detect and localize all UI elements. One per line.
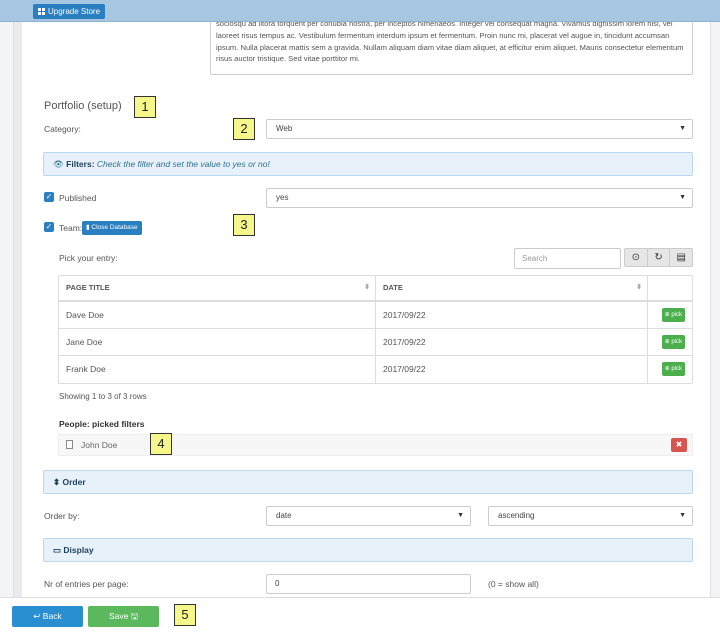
document-icon bbox=[66, 440, 73, 449]
sort-icon: ⬍ bbox=[636, 284, 642, 291]
entries-per-page-hint: (0 = show all) bbox=[488, 579, 539, 589]
grid-icon bbox=[38, 8, 45, 15]
columns-icon[interactable]: ▤ bbox=[670, 249, 692, 266]
intro-textarea[interactable]: sociosqu ad litora torquent per conubia … bbox=[210, 22, 693, 75]
row-title: Frank Doe bbox=[59, 356, 376, 383]
team-checkbox[interactable]: ✓ bbox=[44, 222, 54, 232]
table-header: PAGE TITLE ⬍ DATE ⬍ bbox=[59, 276, 692, 302]
badge-1: 1 bbox=[134, 96, 156, 118]
column-page-title[interactable]: PAGE TITLE ⬍ bbox=[59, 276, 376, 300]
eye-icon: 👁 bbox=[53, 159, 64, 169]
sort-icon: ⬍ bbox=[364, 284, 370, 291]
left-gutter bbox=[0, 22, 14, 597]
save-label: Save bbox=[109, 611, 129, 621]
team-label: Team: bbox=[59, 223, 83, 233]
back-button[interactable]: ↩ Back bbox=[12, 606, 83, 627]
published-label: Published bbox=[59, 193, 97, 203]
order-title: Order bbox=[62, 477, 86, 487]
caret-down-icon: ▼ bbox=[679, 125, 686, 132]
action-bar: ↩ Back Save 🖫 bbox=[0, 597, 720, 639]
filters-note: Check the filter and set the value to ye… bbox=[96, 159, 270, 169]
published-value: yes bbox=[276, 193, 289, 202]
badge-3: 3 bbox=[233, 214, 255, 236]
back-label: Back bbox=[42, 611, 62, 621]
column-date[interactable]: DATE ⬍ bbox=[376, 276, 648, 300]
published-select[interactable]: yes ▼ bbox=[266, 188, 693, 208]
picked-name: John Doe bbox=[81, 440, 118, 450]
order-direction-select[interactable]: ascending ▼ bbox=[488, 506, 693, 526]
published-checkbox[interactable]: ✓ bbox=[44, 192, 54, 202]
order-by-value: date bbox=[276, 511, 292, 520]
caret-down-icon: ▼ bbox=[679, 512, 686, 519]
table-footer: Showing 1 to 3 of 3 rows bbox=[59, 392, 147, 401]
save-icon: 🖫 bbox=[130, 611, 138, 621]
close-database-button[interactable]: ▮ Close Database bbox=[82, 221, 142, 235]
upgrade-store-button[interactable]: Upgrade Store bbox=[33, 4, 106, 19]
table-row: Dave Doe 2017/09/22 ⊕ pick bbox=[59, 302, 692, 329]
column-actions bbox=[648, 276, 692, 300]
category-label: Category: bbox=[44, 124, 81, 134]
badge-2: 2 bbox=[233, 118, 255, 140]
portfolio-title: Portfolio (setup) bbox=[44, 100, 122, 112]
row-date: 2017/09/22 bbox=[376, 356, 648, 383]
badge-4: 4 bbox=[150, 433, 172, 455]
table-toolbar: ⊙ ↻ ▤ bbox=[624, 248, 693, 267]
caret-down-icon: ▼ bbox=[679, 194, 686, 201]
filters-title: Filters bbox=[66, 159, 92, 169]
filters-panel: 👁 Filters: Check the filter and set the … bbox=[43, 152, 693, 176]
refresh-icon[interactable]: ↻ bbox=[648, 249, 671, 266]
category-value: Web bbox=[276, 124, 293, 133]
row-date: 2017/09/22 bbox=[376, 302, 648, 328]
entries-per-page-input[interactable]: 0 bbox=[266, 574, 471, 594]
top-bar: Upgrade Store bbox=[0, 0, 720, 22]
row-title: Dave Doe bbox=[59, 302, 376, 328]
table-row: Frank Doe 2017/09/22 ⊕ pick bbox=[59, 356, 692, 383]
upgrade-store-label: Upgrade Store bbox=[48, 7, 101, 16]
people-label: People: picked filters bbox=[59, 419, 145, 429]
remove-button[interactable]: ✖ bbox=[671, 438, 687, 452]
trash-icon: ▮ bbox=[86, 224, 90, 231]
table-row: Jane Doe 2017/09/22 ⊕ pick bbox=[59, 329, 692, 356]
display-title: Display bbox=[63, 545, 94, 555]
monitor-icon: ▭ bbox=[53, 545, 62, 555]
order-direction-value: ascending bbox=[498, 511, 535, 520]
right-gutter bbox=[710, 22, 720, 597]
entries-table: PAGE TITLE ⬍ DATE ⬍ Dave Doe 2017/09/22 ⊕ … bbox=[58, 275, 693, 384]
sort-icon: ⬍ bbox=[53, 477, 61, 487]
pick-button[interactable]: ⊕ pick bbox=[661, 308, 685, 322]
entries-per-page-label: Nr of entries per page: bbox=[44, 579, 129, 589]
search-input[interactable]: Search bbox=[514, 248, 621, 269]
back-arrow-icon: ↩ bbox=[33, 611, 41, 621]
close-database-label: Close Database bbox=[91, 224, 138, 231]
target-icon[interactable]: ⊙ bbox=[625, 249, 648, 266]
row-date: 2017/09/22 bbox=[376, 329, 648, 355]
order-by-select[interactable]: date ▼ bbox=[266, 506, 471, 526]
pick-button[interactable]: ⊕ pick bbox=[661, 335, 685, 349]
category-select[interactable]: Web ▼ bbox=[266, 119, 693, 139]
save-button[interactable]: Save 🖫 bbox=[88, 606, 159, 627]
main-content: sociosqu ad litora torquent per conubia … bbox=[22, 22, 710, 597]
pick-button[interactable]: ⊕ pick bbox=[661, 362, 685, 376]
row-title: Jane Doe bbox=[59, 329, 376, 355]
order-panel[interactable]: ⬍ Order bbox=[43, 470, 693, 494]
display-panel[interactable]: ▭ Display bbox=[43, 538, 693, 562]
pick-entry-label: Pick your entry: bbox=[59, 253, 118, 263]
order-by-label: Order by: bbox=[44, 511, 80, 521]
caret-down-icon: ▼ bbox=[457, 512, 464, 519]
badge-5: 5 bbox=[174, 604, 196, 626]
